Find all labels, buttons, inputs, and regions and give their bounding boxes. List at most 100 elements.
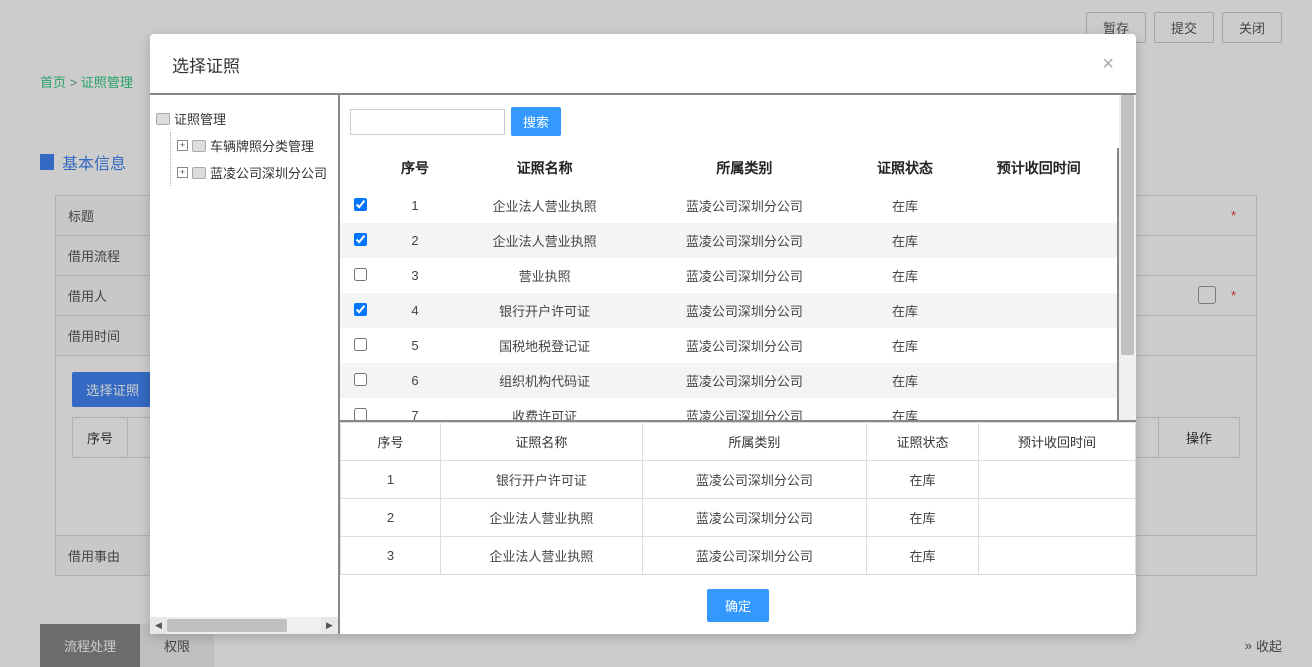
expand-icon[interactable]: + — [177, 167, 188, 178]
cell-cat: 蓝凌公司深圳分公司 — [642, 537, 866, 575]
cell-cat: 蓝凌公司深圳分公司 — [639, 223, 849, 258]
table-row[interactable]: 2企业法人营业执照蓝凌公司深圳分公司在库 — [340, 223, 1117, 258]
row-checkbox[interactable] — [354, 338, 367, 351]
col-name: 证照名称 — [441, 423, 643, 461]
cell-name: 营业执照 — [450, 258, 639, 293]
folder-icon — [156, 113, 170, 125]
cell-name: 企业法人营业执照 — [450, 223, 639, 258]
cell-seq: 4 — [380, 293, 450, 328]
available-certs-table: 序号 证照名称 所属类别 证照状态 预计收回时间 1企业法人营业执照蓝凌公司深圳… — [340, 148, 1117, 420]
cell-name: 企业法人营业执照 — [441, 537, 643, 575]
cell-cat: 蓝凌公司深圳分公司 — [639, 188, 849, 223]
cell-time — [979, 537, 1136, 575]
cell-time — [960, 293, 1117, 328]
cell-seq: 2 — [341, 499, 441, 537]
cell-name: 国税地税登记证 — [450, 328, 639, 363]
cell-status: 在库 — [850, 188, 961, 223]
cell-status: 在库 — [850, 328, 961, 363]
col-return-time: 预计收回时间 — [979, 423, 1136, 461]
cell-time — [960, 398, 1117, 420]
cell-status: 在库 — [850, 363, 961, 398]
table-row[interactable]: 3营业执照蓝凌公司深圳分公司在库 — [340, 258, 1117, 293]
cell-name: 组织机构代码证 — [450, 363, 639, 398]
cell-time — [960, 258, 1117, 293]
cell-seq: 7 — [380, 398, 450, 420]
cell-seq: 6 — [380, 363, 450, 398]
row-checkbox[interactable] — [354, 303, 367, 316]
cell-name: 收费许可证 — [450, 398, 639, 420]
cell-status: 在库 — [850, 398, 961, 420]
row-checkbox[interactable] — [354, 233, 367, 246]
cell-time — [960, 223, 1117, 258]
cell-status: 在库 — [850, 258, 961, 293]
right-panel: 搜索 序号 证照名称 所属类别 证照状态 预计收 — [340, 95, 1136, 634]
scrollbar-thumb[interactable] — [167, 619, 287, 632]
expand-icon[interactable]: + — [177, 140, 188, 151]
cell-cat: 蓝凌公司深圳分公司 — [642, 499, 866, 537]
table-row[interactable]: 5国税地税登记证蓝凌公司深圳分公司在库 — [340, 328, 1117, 363]
horizontal-scrollbar[interactable]: ◀ ▶ — [150, 617, 338, 634]
cell-cat: 蓝凌公司深圳分公司 — [639, 363, 849, 398]
cell-seq: 1 — [380, 188, 450, 223]
cell-cat: 蓝凌公司深圳分公司 — [639, 328, 849, 363]
cell-cat: 蓝凌公司深圳分公司 — [639, 293, 849, 328]
row-checkbox[interactable] — [354, 268, 367, 281]
cell-cat: 蓝凌公司深圳分公司 — [642, 461, 866, 499]
vertical-scrollbar[interactable] — [1119, 95, 1136, 420]
cell-status: 在库 — [866, 461, 978, 499]
cell-name: 企业法人营业执照 — [450, 188, 639, 223]
cell-time — [960, 328, 1117, 363]
col-cat: 所属类别 — [642, 423, 866, 461]
row-checkbox[interactable] — [354, 408, 367, 421]
tree-panel: 证照管理 + 车辆牌照分类管理 + 蓝凌公司深圳分公司 ◀ ▶ — [150, 95, 340, 634]
cell-status: 在库 — [850, 293, 961, 328]
col-seq: 序号 — [341, 423, 441, 461]
scrollbar-thumb[interactable] — [1121, 95, 1134, 355]
cell-time — [960, 363, 1117, 398]
folder-icon — [192, 140, 206, 152]
confirm-button[interactable]: 确定 — [707, 589, 769, 622]
col-status: 证照状态 — [850, 148, 961, 188]
cell-status: 在库 — [850, 223, 961, 258]
cell-seq: 3 — [341, 537, 441, 575]
table-row[interactable]: 1企业法人营业执照蓝凌公司深圳分公司在库 — [340, 188, 1117, 223]
selected-certs-table: 序号 证照名称 所属类别 证照状态 预计收回时间 1银行开户许可证蓝凌公司深圳分… — [340, 422, 1136, 575]
tree-item[interactable]: + 车辆牌照分类管理 — [177, 132, 332, 159]
cell-cat: 蓝凌公司深圳分公司 — [639, 398, 849, 420]
scroll-right-icon[interactable]: ▶ — [321, 617, 338, 634]
row-checkbox[interactable] — [354, 198, 367, 211]
row-checkbox[interactable] — [354, 373, 367, 386]
table-row[interactable]: 3企业法人营业执照蓝凌公司深圳分公司在库 — [341, 537, 1136, 575]
table-row[interactable]: 7收费许可证蓝凌公司深圳分公司在库 — [340, 398, 1117, 420]
table-row[interactable]: 1银行开户许可证蓝凌公司深圳分公司在库 — [341, 461, 1136, 499]
tree-item[interactable]: + 蓝凌公司深圳分公司 — [177, 159, 332, 186]
scroll-left-icon[interactable]: ◀ — [150, 617, 167, 634]
col-status: 证照状态 — [866, 423, 978, 461]
col-name: 证照名称 — [450, 148, 639, 188]
table-row[interactable]: 6组织机构代码证蓝凌公司深圳分公司在库 — [340, 363, 1117, 398]
table-row[interactable]: 4银行开户许可证蓝凌公司深圳分公司在库 — [340, 293, 1117, 328]
cell-status: 在库 — [866, 499, 978, 537]
folder-icon — [192, 167, 206, 179]
col-return-time: 预计收回时间 — [960, 148, 1117, 188]
cell-seq: 1 — [341, 461, 441, 499]
cell-time — [979, 499, 1136, 537]
search-input[interactable] — [350, 109, 505, 135]
cell-cat: 蓝凌公司深圳分公司 — [639, 258, 849, 293]
cell-name: 企业法人营业执照 — [441, 499, 643, 537]
table-row[interactable]: 2企业法人营业执照蓝凌公司深圳分公司在库 — [341, 499, 1136, 537]
cell-seq: 5 — [380, 328, 450, 363]
select-cert-modal: 选择证照 × 证照管理 + 车辆牌照分类管理 + 蓝凌公司深圳分公司 — [150, 34, 1136, 634]
close-icon[interactable]: × — [1102, 53, 1114, 76]
search-button[interactable]: 搜索 — [511, 107, 561, 136]
cell-name: 银行开户许可证 — [450, 293, 639, 328]
cell-time — [960, 188, 1117, 223]
col-cat: 所属类别 — [639, 148, 849, 188]
cell-status: 在库 — [866, 537, 978, 575]
cell-seq: 3 — [380, 258, 450, 293]
cell-seq: 2 — [380, 223, 450, 258]
tree-root[interactable]: 证照管理 — [156, 105, 332, 132]
col-seq: 序号 — [380, 148, 450, 188]
cell-time — [979, 461, 1136, 499]
modal-title: 选择证照 — [172, 52, 240, 77]
